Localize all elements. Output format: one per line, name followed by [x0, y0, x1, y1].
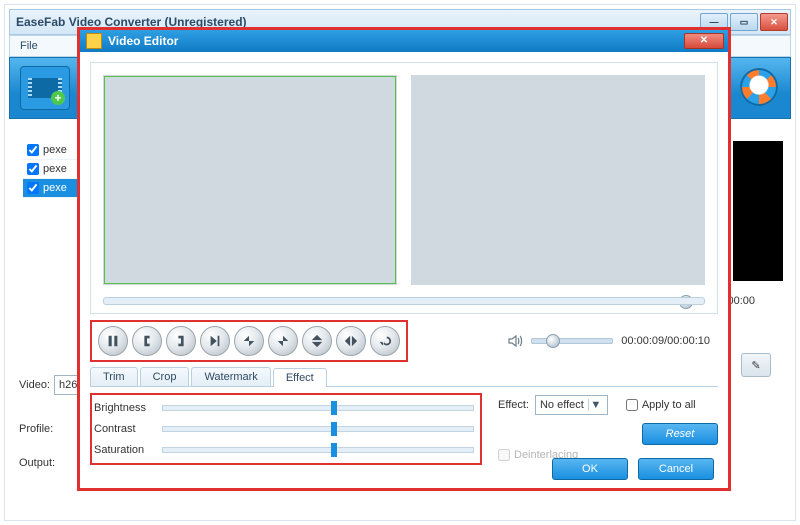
- pencil-icon: ✎: [751, 359, 760, 372]
- contrast-thumb[interactable]: [331, 422, 337, 436]
- edit-button[interactable]: ✎: [741, 353, 771, 377]
- tab-effect[interactable]: Effect: [273, 368, 327, 387]
- flip-horizontal-button[interactable]: [336, 326, 366, 356]
- contrast-slider[interactable]: [162, 426, 474, 432]
- deinterlacing-checkbox: [498, 449, 510, 461]
- profile-label: Profile:: [19, 423, 53, 435]
- tab-crop[interactable]: Crop: [140, 367, 190, 386]
- effect-value: No effect: [540, 399, 584, 411]
- next-frame-button[interactable]: [200, 326, 230, 356]
- dialog-titlebar: Video Editor ✕: [80, 30, 728, 52]
- maximize-button[interactable]: ▭: [730, 13, 758, 31]
- contrast-label: Contrast: [94, 423, 156, 435]
- timeline-playhead[interactable]: [679, 295, 693, 309]
- output-label: Output:: [19, 457, 55, 469]
- effect-options: Effect: No effect ▼ Apply to all Reset D…: [498, 395, 718, 461]
- close-button[interactable]: ✕: [760, 13, 788, 31]
- saturation-label: Saturation: [94, 444, 156, 456]
- flip-vertical-button[interactable]: [302, 326, 332, 356]
- transport-controls: [90, 320, 408, 362]
- chevron-down-icon: ▼: [588, 399, 603, 411]
- cancel-button[interactable]: Cancel: [638, 458, 714, 480]
- dialog-footer: OK Cancel: [552, 458, 714, 480]
- video-editor-dialog: Video Editor ✕ 00:00:09/00:00:10 Trim Cr…: [78, 28, 730, 490]
- pause-button[interactable]: [98, 326, 128, 356]
- source-preview: [103, 75, 397, 285]
- file-name: pexe: [43, 182, 67, 194]
- transport-row: 00:00:09/00:00:10: [90, 320, 718, 362]
- editor-tabs: Trim Crop Watermark Effect: [90, 366, 718, 387]
- ok-button[interactable]: OK: [552, 458, 628, 480]
- plus-icon: +: [51, 91, 65, 105]
- preview-area: [90, 62, 718, 314]
- volume-knob[interactable]: [546, 334, 560, 348]
- dialog-title: Video Editor: [108, 34, 178, 48]
- saturation-slider[interactable]: [162, 447, 474, 453]
- file-checkbox[interactable]: [27, 182, 39, 194]
- file-name: pexe: [43, 144, 67, 156]
- tab-watermark[interactable]: Watermark: [191, 367, 270, 386]
- add-file-button[interactable]: +: [20, 66, 70, 110]
- main-title-text: EaseFab Video Converter (Unregistered): [16, 15, 247, 29]
- apply-all-checkbox[interactable]: [626, 399, 638, 411]
- editor-icon: [86, 33, 102, 49]
- time-display: 00:00:09/00:00:10: [621, 335, 710, 347]
- rotate-cw-button[interactable]: [268, 326, 298, 356]
- help-icon[interactable]: [740, 68, 778, 106]
- saturation-thumb[interactable]: [331, 443, 337, 457]
- volume-icon: [507, 333, 523, 349]
- tab-trim[interactable]: Trim: [90, 367, 138, 386]
- effect-label: Effect:: [498, 399, 529, 411]
- file-checkbox[interactable]: [27, 163, 39, 175]
- brightness-slider[interactable]: [162, 405, 474, 411]
- dialog-close-button[interactable]: ✕: [684, 33, 724, 49]
- reset-button[interactable]: Reset: [642, 423, 718, 445]
- mark-out-button[interactable]: [166, 326, 196, 356]
- file-name: pexe: [43, 163, 67, 175]
- output-preview: [411, 75, 705, 285]
- brightness-label: Brightness: [94, 402, 156, 414]
- volume-block: 00:00:09/00:00:10: [507, 333, 718, 349]
- menu-file[interactable]: File: [20, 40, 38, 52]
- mark-in-button[interactable]: [132, 326, 162, 356]
- apply-all-label: Apply to all: [642, 399, 696, 411]
- video-label: Video:: [19, 379, 50, 391]
- preview-panel: [733, 141, 783, 281]
- undo-button[interactable]: [370, 326, 400, 356]
- effect-sliders: Brightness Contrast Saturation: [90, 393, 482, 465]
- rotate-ccw-button[interactable]: [234, 326, 264, 356]
- file-checkbox[interactable]: [27, 144, 39, 156]
- brightness-thumb[interactable]: [331, 401, 337, 415]
- volume-slider[interactable]: [531, 338, 613, 344]
- effect-select[interactable]: No effect ▼: [535, 395, 608, 415]
